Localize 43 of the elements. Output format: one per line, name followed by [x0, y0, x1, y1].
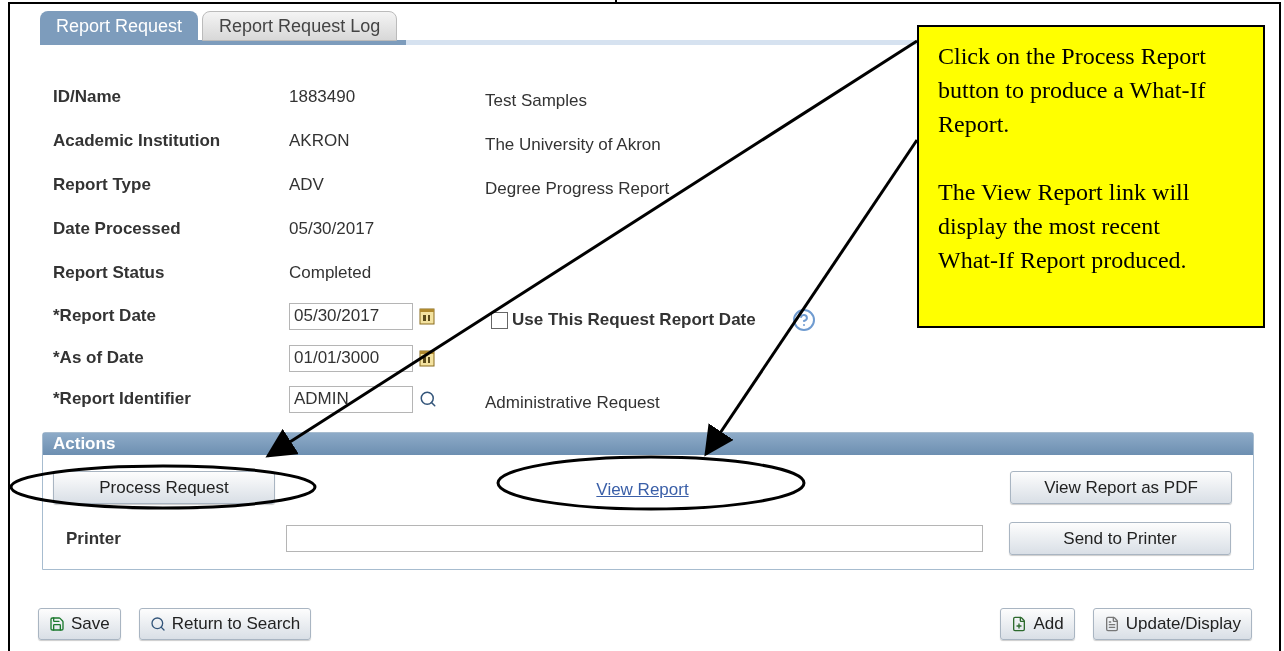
printer-field[interactable] — [286, 525, 983, 552]
field-description: Administrative Request — [485, 392, 660, 415]
tab[interactable]: Report Request Log — [202, 11, 398, 41]
callout-text: Click on the Process Report button to produce a What-If Report. — [938, 42, 1207, 139]
view-report-pdf-button[interactable]: View Report as PDF — [1010, 471, 1232, 504]
field-value: 1883490 — [289, 86, 356, 109]
callout-text: The View Report link will display the most recent What-If Report produced. — [938, 178, 1191, 275]
save-icon — [49, 616, 65, 632]
view-report-link[interactable]: View Report — [596, 477, 689, 503]
field-label: Report Type — [53, 174, 152, 197]
save-button[interactable]: Save — [38, 608, 121, 640]
date-field[interactable]: 05/30/2017 — [289, 302, 413, 330]
calendar-icon[interactable] — [419, 307, 435, 325]
field-label: Academic Institution — [53, 130, 222, 153]
date-field[interactable]: 01/01/3000 — [289, 344, 413, 372]
identifier-field[interactable]: ADMIN — [289, 385, 413, 413]
field-value: ADV — [289, 174, 324, 197]
actions-header: Actions — [43, 433, 1253, 455]
field-description: Test Samples — [485, 90, 588, 113]
search-icon — [149, 616, 166, 632]
field-label: Date Processed — [53, 218, 182, 241]
document-icon — [1103, 616, 1120, 632]
printer-label: Printer — [65, 527, 122, 550]
process-request-button[interactable]: Process Request — [53, 471, 275, 504]
help-icon[interactable] — [791, 308, 816, 332]
field-value: AKRON — [289, 130, 350, 153]
field-value: 05/30/2017 — [289, 218, 375, 241]
field-description: The University of Akron — [485, 134, 661, 157]
checkbox-label: Use This Request Report Date — [512, 309, 756, 332]
field-label: *As of Date — [53, 347, 145, 370]
field-label: *Report Identifier — [53, 388, 192, 411]
add-document-icon — [1011, 616, 1028, 632]
search-icon[interactable] — [419, 390, 437, 408]
field-value: Completed — [289, 262, 372, 285]
send-to-printer-button[interactable]: Send to Printer — [1009, 522, 1231, 555]
return-to-search-button[interactable]: Return to Search — [138, 608, 312, 640]
add-button[interactable]: Add — [1000, 608, 1075, 640]
field-label: *Report Date — [53, 305, 157, 328]
update-display-button[interactable]: Update/Display — [1092, 608, 1252, 640]
field-description: Degree Progress Report — [485, 178, 670, 201]
field-label: ID/Name — [53, 86, 123, 109]
field-label: Report Status — [53, 262, 166, 285]
checkbox[interactable] — [491, 311, 508, 329]
